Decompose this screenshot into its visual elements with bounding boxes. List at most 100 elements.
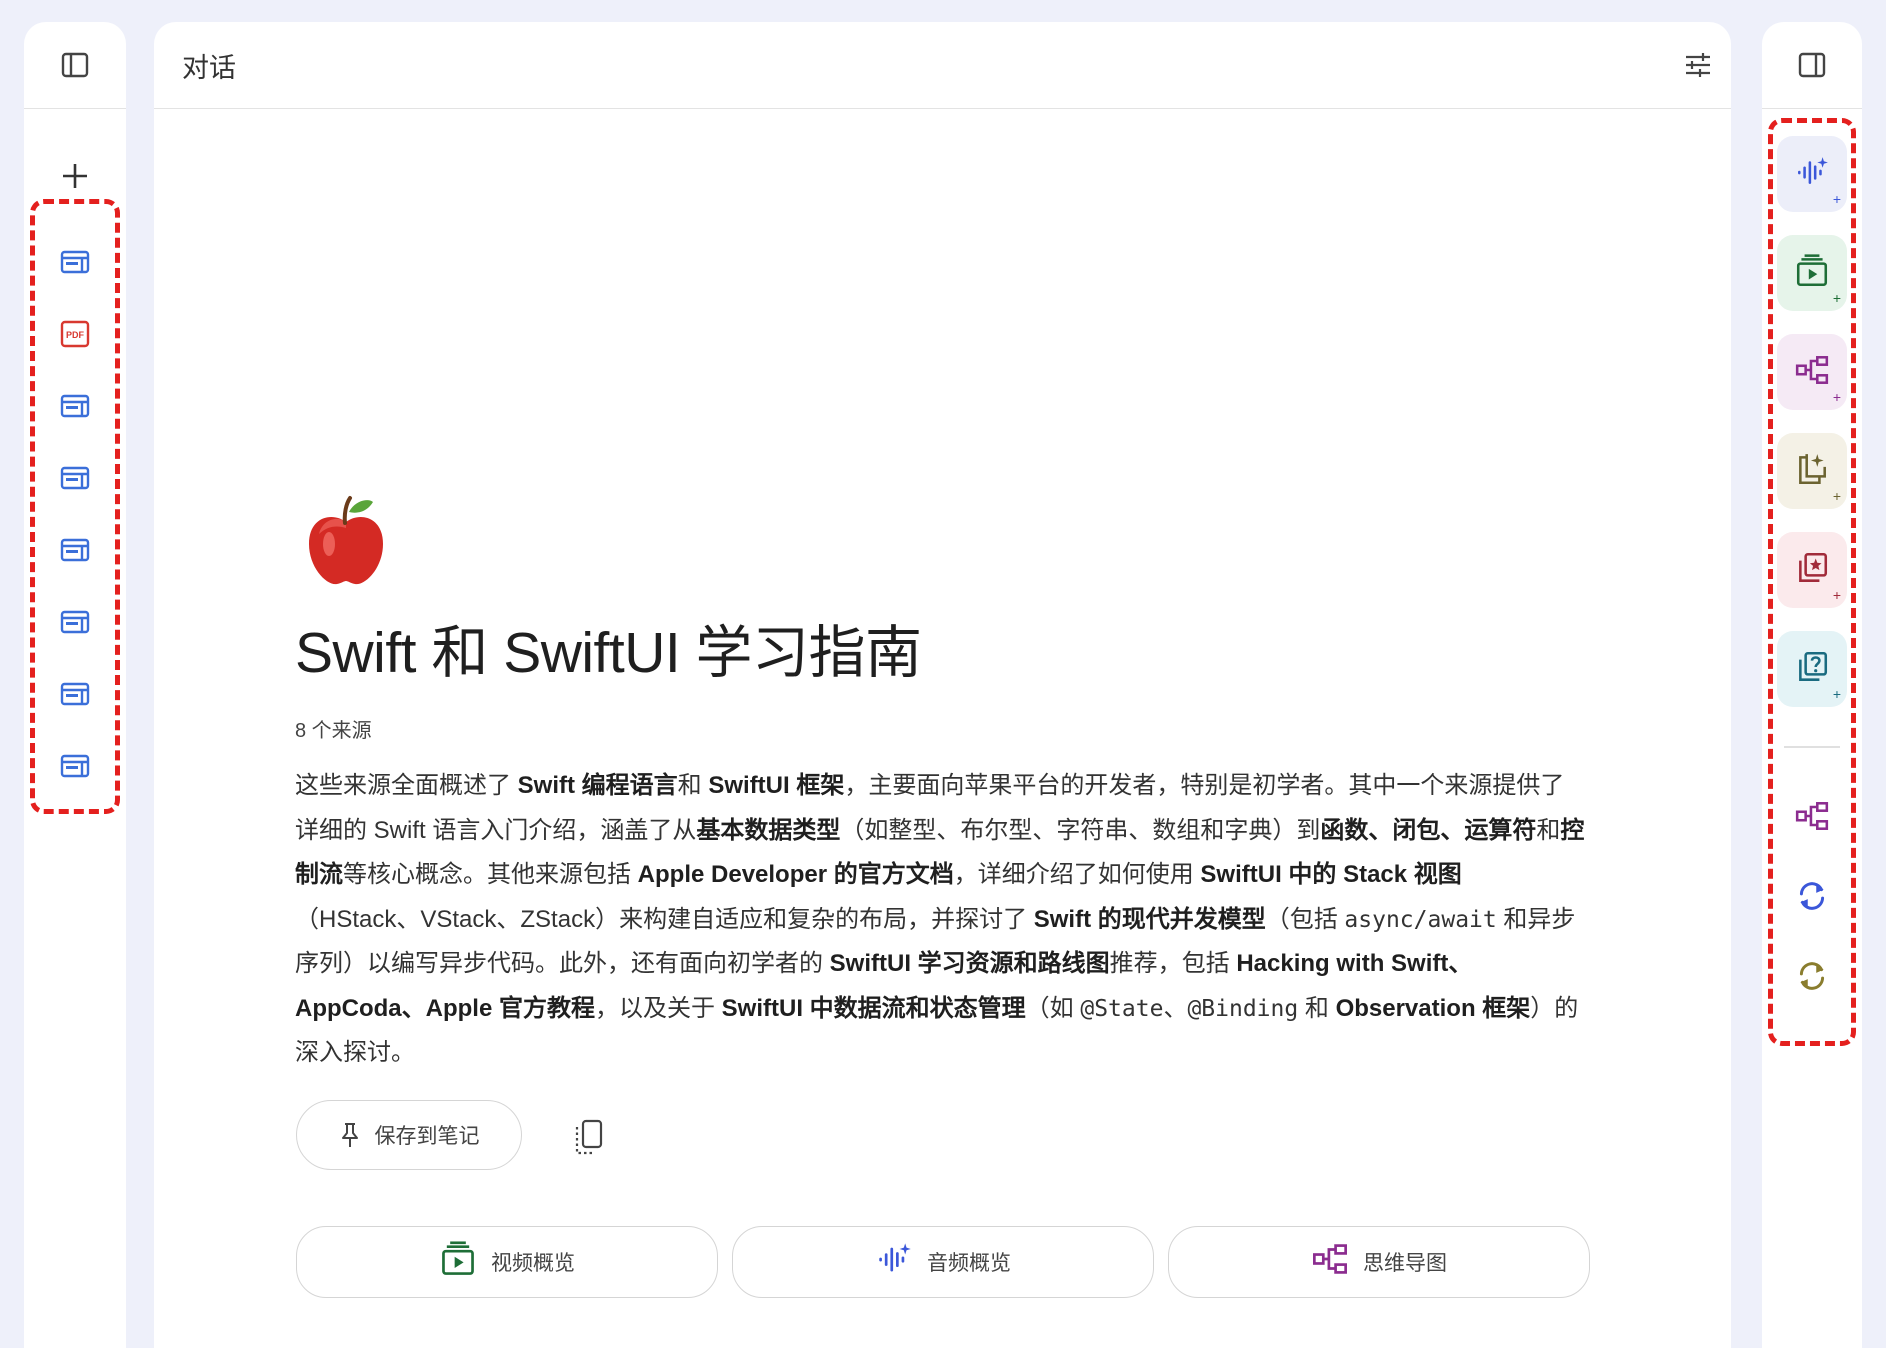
summary-bold-segment: Apple Developer 的官方文档 [637,861,954,888]
source-list: PDF [48,228,102,804]
source-item-web[interactable] [48,660,102,732]
notebook-title: Swift 和 SwiftUI 学习指南 [295,621,922,685]
mind-map-icon [1311,1240,1349,1284]
video-overview-icon [439,1240,477,1284]
summary-bold-segment: Swift 的现代并发模型 [1033,905,1266,933]
chat-settings-button[interactable] [1683,50,1713,80]
chat-panel: 对话 Swift 和 SwiftUI 学习指南 8 个来源 这些来源全面概述了 … [154,22,1731,1348]
summary-text-segment: 这些来源全面概述了 [295,772,518,799]
summary-text-segment: （HStack、VStack、ZStack）来构建自适应和复杂的布局，并探讨了 [295,905,1034,933]
source-item-web[interactable] [48,444,102,516]
studio-list: + + + + + + [1772,136,1852,730]
svg-text:PDF: PDF [66,330,85,340]
source-item-web[interactable] [48,228,102,300]
mind-map-icon [1794,352,1830,393]
summary-code-segment: @Binding [1187,995,1299,1022]
studio-quiz-button[interactable]: + [1777,631,1847,707]
refresh-item[interactable] [1772,858,1852,938]
summary-text-segment: 、 [1163,994,1188,1022]
notebook-summary: 这些来源全面概述了 Swift 编程语言和 SwiftUI 框架，主要面向苹果平… [295,764,1585,1076]
source-item-pdf[interactable]: PDF [48,300,102,372]
plus-icon: + [1832,389,1841,405]
mind-map-item[interactable] [1772,778,1852,858]
chat-header: 对话 [154,22,1731,109]
summary-text-segment: 和 [1298,994,1336,1022]
sources-rail: PDF [24,22,126,1348]
summary-text-segment: （包括 [1265,905,1345,933]
plus-icon: + [1832,686,1841,702]
web-page-icon [58,533,92,572]
summary-text-segment: 等核心概念。其他来源包括 [343,861,638,888]
reports-icon [1794,451,1830,492]
left-panel-icon [61,52,89,78]
pin-icon [341,1123,358,1147]
audio-overview-button-label: 音频概览 [927,1252,1011,1275]
tune-icon [1686,53,1710,77]
web-page-icon [58,677,92,716]
summary-code-segment: async/await [1344,906,1497,933]
collapse-left-panel-button[interactable] [60,50,90,80]
web-page-icon [58,605,92,644]
source-item-web[interactable] [48,732,102,804]
source-item-web[interactable] [48,588,102,660]
overview-actions: 视频概览 音频概览 思维导图 [296,1226,1590,1298]
summary-bold-segment: 基本数据类型 [696,816,841,844]
summary-bold-segment: SwiftUI 中的 Stack 视图 [1200,861,1462,888]
summary-text-segment: （如 [1025,994,1081,1022]
summary-text-segment: 和 [677,772,709,799]
studio-audio-overview-button[interactable]: + [1777,136,1847,212]
source-count: 8 个来源 [295,720,372,742]
studio-video-overview-button[interactable]: + [1777,235,1847,311]
studio-flashcards-button[interactable]: + [1777,532,1847,608]
collapse-right-panel-button[interactable] [1797,50,1827,80]
video-overview-button[interactable]: 视频概览 [296,1226,718,1298]
copy-icon [575,1119,603,1155]
mind-map-button-label: 思维导图 [1363,1252,1447,1275]
summary-text-segment: （如整型、布尔型、字符串、数组和字典）到 [840,816,1321,844]
summary-text-segment: 和 [1536,816,1561,844]
right-panel-icon [1798,52,1826,78]
mind-map-button[interactable]: 思维导图 [1168,1226,1590,1298]
studio-rail-header [1762,22,1862,109]
plus-icon: + [1832,290,1841,306]
audio-overview-button[interactable]: 音频概览 [732,1226,1154,1298]
plus-icon: + [1832,587,1841,603]
audio-overview-icon [1794,154,1830,195]
web-page-icon [58,245,92,284]
web-page-icon [58,461,92,500]
video-overview-button-label: 视频概览 [491,1252,575,1275]
summary-bold-segment: SwiftUI 学习资源和路线图 [829,950,1110,977]
summary-text-segment: ，以及关于 [595,994,722,1022]
studio-mind-map-button[interactable]: + [1777,334,1847,410]
notebook-emoji [303,492,389,588]
summary-text-segment: 推荐，包括 [1109,950,1237,977]
source-item-web[interactable] [48,372,102,444]
divider [1784,746,1840,748]
studio-rail: + + + + + + [1762,22,1862,1348]
sources-rail-header [24,22,126,109]
plus-icon: + [1832,191,1841,207]
chat-title: 对话 [182,52,236,83]
studio-reports-button[interactable]: + [1777,433,1847,509]
save-to-note-label: 保存到笔记 [374,1125,480,1148]
pdf-icon: PDF [58,317,92,356]
mind-map-icon [1794,798,1830,839]
copy-button[interactable] [568,1116,608,1160]
save-to-note-button[interactable]: 保存到笔记 [296,1100,522,1170]
summary-code-segment: @State [1080,995,1164,1022]
summary-bold-segment: SwiftUI 框架 [708,772,845,799]
source-item-web[interactable] [48,516,102,588]
apple-icon [309,496,383,585]
plus-icon: + [1832,488,1841,504]
add-source-button[interactable] [53,154,97,198]
flashcards-icon [1794,550,1830,591]
refresh-icon [1794,878,1830,919]
summary-bold-segment: 函数、闭包、运算符 [1320,816,1537,844]
summary-text-segment: ，详细介绍了如何使用 [953,861,1201,888]
audio-overview-icon [875,1240,913,1284]
plus-icon [63,164,87,188]
web-page-icon [58,389,92,428]
summary-bold-segment: Swift 编程语言 [517,772,678,799]
quiz-icon [1794,649,1830,690]
refresh-item[interactable] [1772,938,1852,1018]
